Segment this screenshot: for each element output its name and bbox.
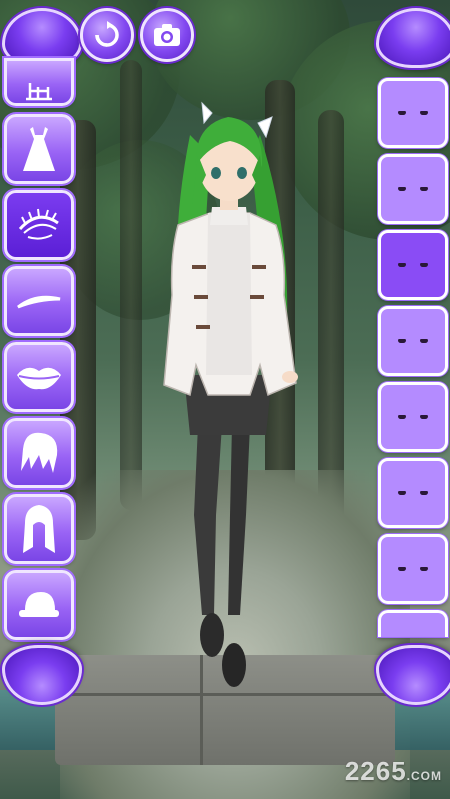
option-eye-3[interactable] [378,230,448,300]
dress-icon [23,127,55,171]
bangs-hair-icon [21,432,58,473]
long-hair-icon [23,505,55,553]
option-eye-6[interactable] [378,458,448,528]
option-eye-2[interactable] [378,154,448,224]
option-eye-1[interactable] [378,78,448,148]
option-eye-4[interactable] [378,306,448,376]
category-hat[interactable] [4,570,74,640]
option-eye-5[interactable] [378,382,448,452]
option-eye-7[interactable] [378,534,448,604]
category-lips[interactable] [4,342,74,412]
category-bangs[interactable] [4,418,74,488]
category-dress[interactable] [4,114,74,184]
triangle-up-icon [2,8,76,62]
option-eye-8[interactable] [378,610,448,637]
hat-icon [19,592,59,617]
camera-button[interactable] [140,8,194,62]
hanger-icon [26,83,52,101]
refresh-icon [95,21,119,47]
lips-icon [17,367,61,390]
camera-icon [154,24,180,46]
anime-character [150,95,310,695]
category-eyebrows[interactable] [4,266,74,336]
category-hair[interactable] [4,494,74,564]
category-accessory[interactable] [4,58,74,106]
eyebrow-icon [17,295,61,309]
category-eyes[interactable] [4,190,74,260]
eyelash-icon [18,208,59,240]
reset-button[interactable] [80,8,134,62]
watermark: 2265.COM [344,756,442,786]
